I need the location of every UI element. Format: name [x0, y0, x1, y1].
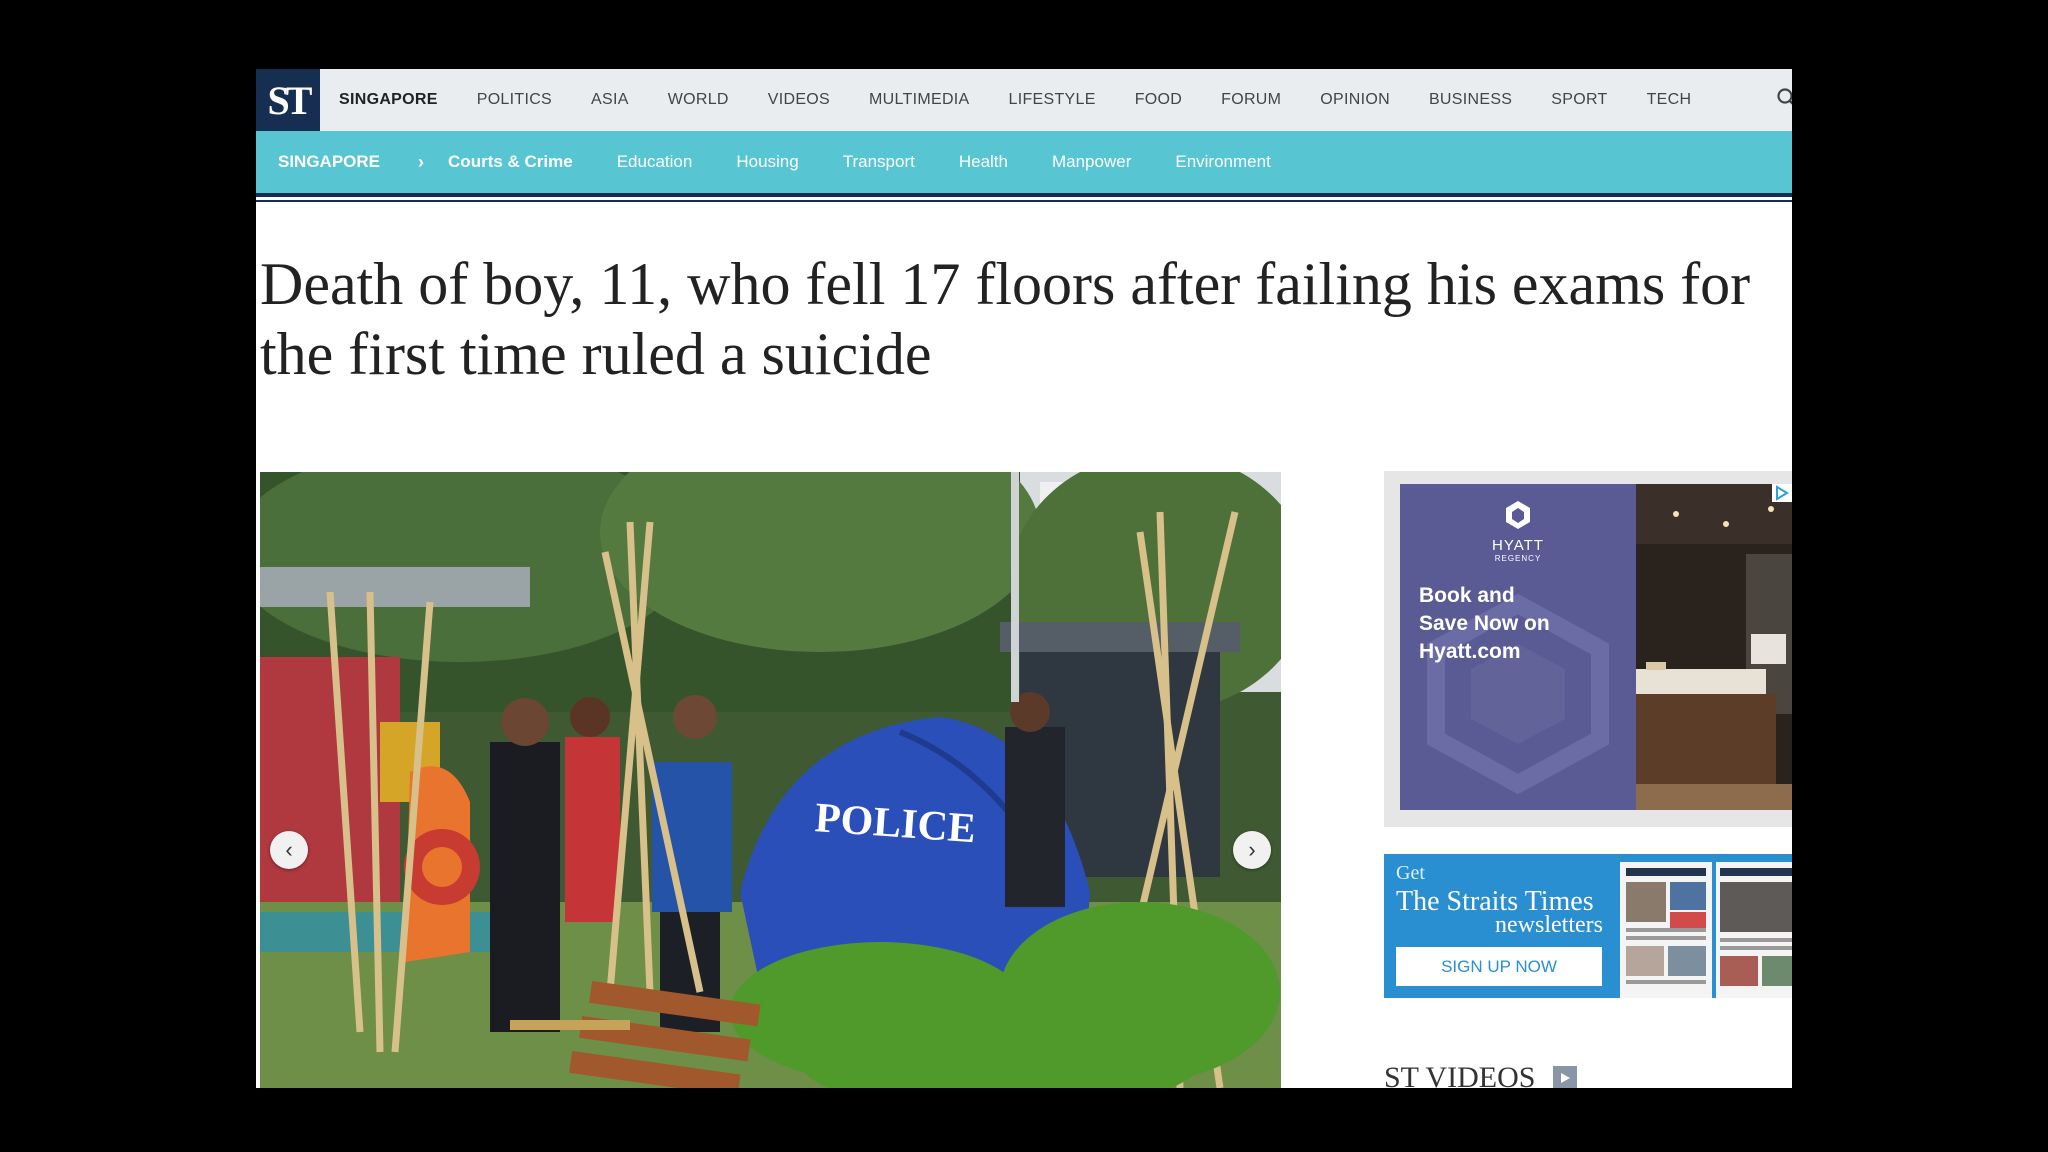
- carousel-prev-button[interactable]: ‹: [270, 831, 308, 869]
- nav-singapore[interactable]: SINGAPORE: [339, 91, 438, 109]
- nav-divider-thin: [256, 200, 1792, 202]
- nav-food[interactable]: FOOD: [1135, 91, 1182, 109]
- chevron-left-icon: ‹: [285, 837, 293, 862]
- nav-business[interactable]: BUSINESS: [1429, 91, 1512, 109]
- search-icon[interactable]: [1776, 87, 1792, 109]
- chevron-right-icon: ›: [418, 151, 425, 172]
- ad-copy: Book and Save Now on Hyatt.com: [1419, 582, 1619, 666]
- nav-politics[interactable]: POLITICS: [477, 91, 552, 109]
- ad-room-image: [1636, 484, 1792, 810]
- ad-copy-line-1: Book and: [1419, 584, 1515, 607]
- nav-multimedia[interactable]: MULTIMEDIA: [869, 91, 969, 109]
- play-icon[interactable]: [1553, 1066, 1578, 1088]
- newsletter-promo[interactable]: Get The Straits Times newsletters SIGN U…: [1384, 854, 1792, 998]
- chevron-right-icon: ›: [1248, 837, 1256, 862]
- nav-videos[interactable]: VIDEOS: [768, 91, 830, 109]
- subnav-education[interactable]: Education: [617, 152, 693, 172]
- st-videos-heading[interactable]: ST VIDEOS: [1384, 1061, 1578, 1088]
- nav-sport[interactable]: SPORT: [1551, 91, 1607, 109]
- nav-lifestyle[interactable]: LIFESTYLE: [1009, 91, 1096, 109]
- subnav-housing[interactable]: Housing: [736, 152, 798, 172]
- nav-forum[interactable]: FORUM: [1221, 91, 1281, 109]
- newsletter-type: newsletters: [1495, 912, 1603, 938]
- top-nav: ST SINGAPORE POLITICS ASIA WORLD VIDEOS …: [256, 69, 1792, 131]
- nav-divider: [256, 193, 1792, 197]
- hyatt-emblem-icon: [1506, 501, 1530, 529]
- nav-tech[interactable]: TECH: [1647, 91, 1692, 109]
- subnav-health[interactable]: Health: [959, 152, 1008, 172]
- headline-line-2: the first time ruled a suicide: [260, 321, 932, 387]
- article-photo-carousel[interactable]: POLICE ‹ ›: [260, 472, 1281, 1088]
- subnav-environment[interactable]: Environment: [1175, 152, 1270, 172]
- subnav-transport[interactable]: Transport: [843, 152, 915, 172]
- ad-copy-line-2: Save Now on: [1419, 612, 1550, 635]
- sub-nav: SINGAPORE › Courts & Crime Education Hou…: [256, 131, 1792, 193]
- subnav-section-label[interactable]: SINGAPORE: [278, 152, 380, 172]
- carousel-next-button[interactable]: ›: [1233, 831, 1271, 869]
- subnav-courts-crime[interactable]: Courts & Crime: [448, 152, 573, 172]
- subnav-manpower[interactable]: Manpower: [1052, 152, 1131, 172]
- ad-text-panel: HYATT REGENCY Book and Save Now on Hyatt…: [1400, 484, 1636, 810]
- newsletter-get-label: Get: [1396, 862, 1425, 884]
- article-photo: POLICE: [260, 472, 1281, 1088]
- adchoices-icon[interactable]: [1772, 484, 1792, 502]
- nav-asia[interactable]: ASIA: [591, 91, 629, 109]
- newsletter-signup-button[interactable]: SIGN UP NOW: [1396, 947, 1602, 986]
- newspaper-thumbnails: [1620, 862, 1792, 998]
- ad-creative[interactable]: HYATT REGENCY Book and Save Now on Hyatt…: [1400, 484, 1792, 810]
- advertisement[interactable]: HYATT REGENCY Book and Save Now on Hyatt…: [1384, 471, 1792, 827]
- page: ST SINGAPORE POLITICS ASIA WORLD VIDEOS …: [256, 69, 1792, 1088]
- nav-opinion[interactable]: OPINION: [1320, 91, 1390, 109]
- ad-copy-line-3: Hyatt.com: [1419, 640, 1521, 663]
- st-logo[interactable]: ST: [256, 69, 320, 131]
- hyatt-logo: HYATT REGENCY: [1488, 500, 1548, 563]
- st-videos-title: ST VIDEOS: [1384, 1061, 1536, 1088]
- nav-world[interactable]: WORLD: [668, 91, 729, 109]
- hyatt-brand-subtext: REGENCY: [1494, 554, 1542, 563]
- article-headline: Death of boy, 11, who fell 17 floors aft…: [260, 249, 1792, 389]
- headline-line-1: Death of boy, 11, who fell 17 floors aft…: [260, 251, 1751, 317]
- hyatt-brand-text: HYATT: [1492, 537, 1544, 554]
